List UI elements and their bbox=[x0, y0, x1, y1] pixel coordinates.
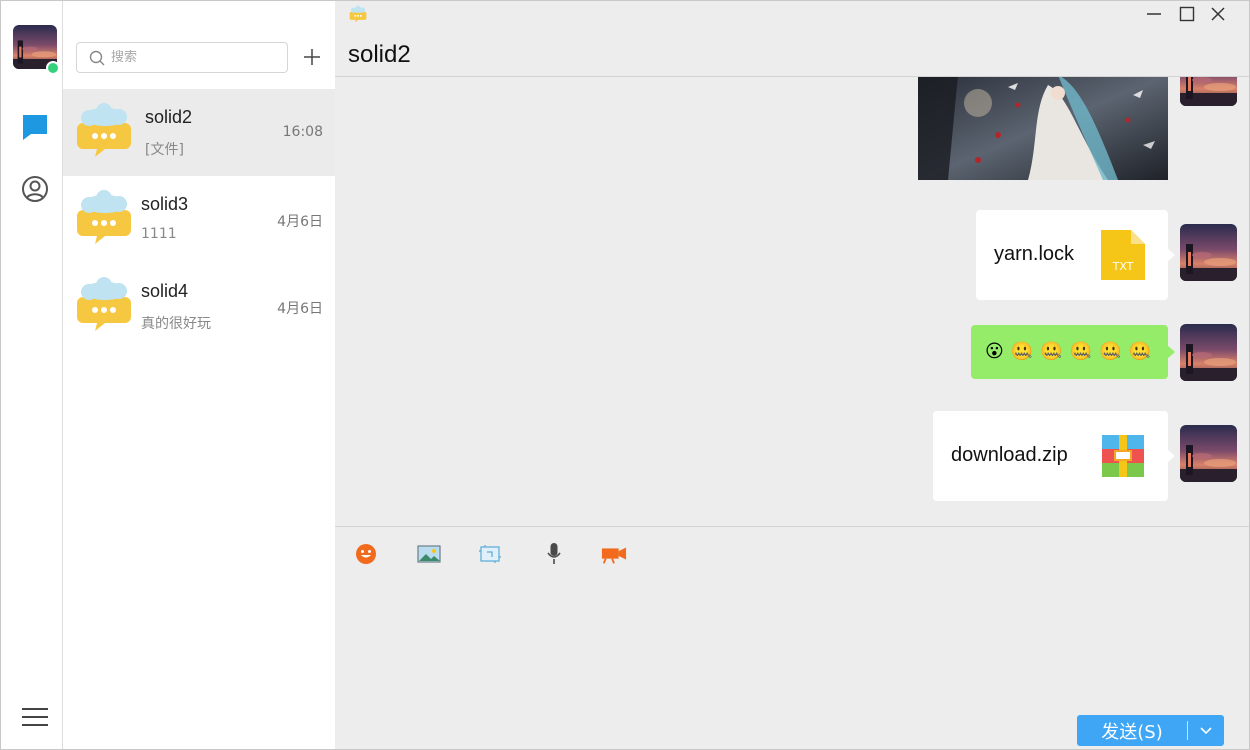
close-button[interactable] bbox=[1203, 3, 1233, 25]
chevron-down-icon bbox=[1200, 726, 1212, 734]
emoji: 🤐 bbox=[1099, 341, 1122, 362]
conversation-list: solid2 [文件] 16:08 solid3 1111 4月6日 solid… bbox=[63, 89, 335, 350]
nav-chats-button[interactable] bbox=[19, 111, 51, 143]
conversation-avatar bbox=[77, 103, 131, 157]
sender-avatar[interactable] bbox=[1180, 425, 1237, 482]
search-box[interactable] bbox=[76, 42, 288, 73]
file-message[interactable]: download.zip bbox=[933, 411, 1175, 501]
image-icon bbox=[417, 545, 441, 563]
menu-button[interactable] bbox=[19, 701, 51, 733]
emoji: 😮 bbox=[985, 341, 1004, 362]
send-button[interactable]: 发送(S) bbox=[1077, 715, 1187, 746]
conversation-time: 4月6日 bbox=[277, 301, 323, 317]
emoji-row: 😮 🤐 🤐 🤐 🤐 🤐 bbox=[985, 340, 1151, 364]
video-camera-icon bbox=[601, 547, 627, 564]
message-composer: 发送(S) bbox=[335, 526, 1249, 749]
send-options-button[interactable] bbox=[1188, 715, 1224, 746]
file-name: download.zip bbox=[951, 444, 1068, 466]
conversation-name: solid4 bbox=[141, 281, 189, 301]
add-conversation-button[interactable] bbox=[300, 45, 324, 69]
microphone-icon bbox=[547, 543, 561, 564]
emoji: 🤐 bbox=[1069, 341, 1093, 362]
maximize-button[interactable] bbox=[1172, 3, 1202, 25]
emoji: 🤐 bbox=[1128, 341, 1151, 362]
emoji: 🤐 bbox=[1010, 341, 1034, 362]
minimize-button[interactable] bbox=[1139, 3, 1169, 25]
online-status-dot bbox=[46, 61, 60, 75]
chat-bubble-icon bbox=[23, 115, 47, 140]
sender-avatar[interactable] bbox=[1180, 77, 1237, 106]
nav-rail bbox=[1, 1, 63, 749]
plus-icon bbox=[304, 49, 320, 65]
emoji-message[interactable]: 😮 🤐 🤐 🤐 🤐 🤐 bbox=[971, 325, 1175, 379]
conversation-preview: [文件] bbox=[145, 142, 184, 158]
app-logo-icon bbox=[349, 5, 367, 23]
chat-area: solid2 yarn.lock TXT 😮 🤐 🤐 🤐 🤐 🤐 downloa… bbox=[335, 1, 1249, 749]
user-circle-icon bbox=[22, 176, 48, 202]
file-message[interactable]: yarn.lock TXT bbox=[976, 210, 1175, 300]
chat-title: solid2 bbox=[348, 41, 411, 68]
sender-avatar[interactable] bbox=[1180, 324, 1237, 381]
emoji-icon bbox=[356, 544, 376, 564]
conversation-preview: 1111 bbox=[141, 226, 177, 242]
message-input[interactable] bbox=[349, 579, 1229, 709]
txt-file-icon: TXT bbox=[1101, 230, 1145, 280]
maximize-icon bbox=[1179, 6, 1195, 22]
message-list: yarn.lock TXT 😮 🤐 🤐 🤐 🤐 🤐 download.zip bbox=[335, 77, 1249, 526]
conversation-item[interactable]: solid2 [文件] 16:08 bbox=[63, 89, 335, 176]
sender-avatar[interactable] bbox=[1180, 224, 1237, 281]
voice-button[interactable] bbox=[541, 541, 567, 567]
minimize-icon bbox=[1147, 13, 1161, 15]
search-icon bbox=[89, 50, 105, 65]
conversation-name: solid3 bbox=[141, 194, 189, 214]
hamburger-menu-icon bbox=[22, 708, 48, 726]
anime-artwork-image bbox=[918, 77, 1168, 180]
conversation-panel: solid2 [文件] 16:08 solid3 1111 4月6日 solid… bbox=[63, 1, 335, 749]
emoji: 🤐 bbox=[1040, 341, 1063, 362]
conversation-avatar bbox=[77, 277, 131, 331]
search-input[interactable] bbox=[111, 50, 261, 65]
conversation-avatar bbox=[77, 190, 131, 244]
chat-header: solid2 bbox=[335, 1, 1249, 77]
image-message[interactable] bbox=[918, 77, 1168, 180]
conversation-item[interactable]: solid4 真的很好玩 4月6日 bbox=[63, 263, 335, 350]
conversation-preview: 真的很好玩 bbox=[141, 316, 211, 332]
screenshot-icon bbox=[479, 545, 501, 563]
send-button-group: 发送(S) bbox=[1077, 715, 1224, 746]
conversation-time: 4月6日 bbox=[277, 214, 323, 230]
close-icon bbox=[1211, 7, 1225, 21]
file-name: yarn.lock bbox=[994, 243, 1075, 265]
video-call-button[interactable] bbox=[601, 541, 627, 567]
conversation-name: solid2 bbox=[145, 107, 193, 127]
conversation-item[interactable]: solid3 1111 4月6日 bbox=[63, 176, 335, 263]
conversation-time: 16:08 bbox=[282, 124, 323, 140]
app-window: solid2 [文件] 16:08 solid3 1111 4月6日 solid… bbox=[0, 0, 1250, 750]
zip-archive-icon bbox=[1102, 435, 1144, 477]
screenshot-button[interactable] bbox=[477, 541, 503, 567]
nav-contacts-button[interactable] bbox=[19, 173, 51, 205]
image-button[interactable] bbox=[416, 541, 442, 567]
file-type-badge: TXT bbox=[1112, 260, 1134, 273]
emoji-button[interactable] bbox=[353, 541, 379, 567]
